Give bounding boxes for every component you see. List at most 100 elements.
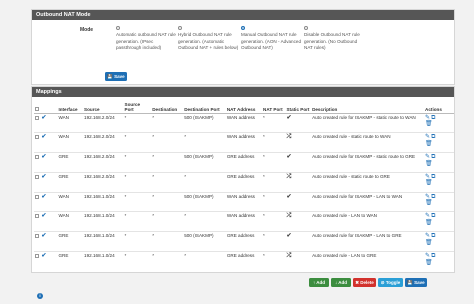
row-source: 192.168.1.0/24 — [83, 231, 124, 252]
row-destination: * — [151, 211, 184, 232]
enabled-check-icon[interactable]: ✔ — [41, 233, 46, 239]
delete-icon[interactable]: 🗑 — [425, 121, 433, 128]
radio-disable[interactable] — [304, 26, 308, 30]
row-status: ✔ — [40, 251, 58, 272]
row-destination-port: * — [183, 171, 226, 193]
row-nat-address: GRE address — [225, 251, 263, 272]
row-actions: ✎⧉ 🗑 — [424, 251, 454, 272]
save-icon: 💾 — [107, 74, 113, 79]
radio-hybrid[interactable] — [178, 26, 182, 30]
delete-button[interactable]: ✖ Delete — [353, 278, 376, 287]
edit-icon[interactable]: ✎ — [425, 154, 430, 161]
shuffle-icon: ⤮ — [286, 253, 292, 260]
table-row[interactable]: ✔ GRE 192.168.2.0/24 * * * GRE address * ⤮ Auto c… — [34, 171, 454, 193]
row-source: 192.168.2.0/24 — [83, 132, 124, 153]
row-static-port: ✔ — [285, 231, 312, 252]
row-source-port: * — [123, 152, 152, 173]
row-source: 192.168.2.0/24 — [83, 152, 124, 173]
row-nat-address: GRE address — [225, 152, 263, 173]
row-nat-port: * — [262, 132, 286, 153]
panel-title: Outbound NAT Mode — [32, 10, 454, 20]
enabled-check-icon[interactable]: ✔ — [41, 253, 46, 259]
radio-automatic[interactable] — [116, 26, 120, 30]
header-nat-port: NAT Port — [262, 98, 286, 114]
row-checkbox[interactable] — [35, 194, 39, 199]
ban-icon: ⊘ — [380, 280, 385, 285]
edit-icon[interactable]: ✎ — [425, 253, 430, 260]
delete-icon[interactable]: 🗑 — [425, 200, 433, 207]
row-source: 192.168.1.0/24 — [83, 211, 124, 232]
row-description: Auto created rule - static route to GRE — [311, 171, 425, 193]
radio-manual[interactable] — [241, 26, 245, 30]
row-static-port: ✔ — [285, 112, 312, 133]
static-check-icon: ✔ — [286, 154, 292, 161]
row-interface: GRE — [57, 231, 84, 252]
arrow-up-icon: ↑ — [312, 280, 316, 285]
info-icon[interactable]: i — [37, 293, 43, 299]
header-interface: Interface — [57, 98, 84, 114]
row-description: Auto created rule for ISAKMP - LAN to GR… — [311, 231, 425, 252]
mode-option-disable[interactable]: Disable Outbound NAT rule generation. (N… — [304, 26, 366, 52]
copy-icon[interactable]: ⧉ — [431, 154, 435, 161]
row-description: Auto created rule - LAN to WAN — [311, 211, 425, 232]
table-row[interactable]: ✔ GRE 192.168.1.0/24 * * * GRE address * ⤮ Auto c… — [34, 251, 454, 272]
mode-label: Mode — [80, 27, 94, 33]
table-row[interactable]: ✔ GRE 192.168.2.0/24 * * 500 (ISAKMP) GRE addr… — [34, 152, 454, 173]
row-source: 192.168.2.0/24 — [83, 112, 124, 133]
mode-save-button[interactable]: 💾 Save — [105, 72, 127, 81]
copy-icon[interactable]: ⧉ — [431, 135, 435, 141]
add-bottom-button[interactable]: ↓ Add — [331, 278, 351, 287]
row-checkbox[interactable] — [35, 214, 39, 219]
row-nat-port: * — [262, 231, 286, 252]
shuffle-icon: ⤮ — [286, 213, 292, 220]
enabled-check-icon[interactable]: ✔ — [41, 213, 46, 219]
table-row[interactable]: ✔ GRE 192.168.1.0/24 * * 500 (ISAKMP) GRE addr… — [34, 231, 454, 252]
header-destination: Destination — [151, 98, 184, 114]
save-icon: 💾 — [407, 280, 413, 285]
row-destination-port: 500 (ISAKMP) — [183, 191, 226, 212]
row-nat-port: * — [262, 191, 286, 212]
row-static-port: ⤮ — [285, 171, 312, 193]
row-destination: * — [151, 171, 184, 193]
row-source-port: * — [123, 251, 152, 272]
enabled-check-icon[interactable]: ✔ — [41, 134, 46, 140]
static-check-icon: ✔ — [286, 193, 292, 200]
delete-icon[interactable]: 🗑 — [425, 181, 433, 187]
row-destination-port: 500 (ISAKMP) — [183, 112, 226, 133]
copy-icon[interactable]: ⧉ — [431, 234, 435, 240]
delete-icon[interactable]: 🗑 — [425, 220, 433, 227]
table-row[interactable]: ✔ WAN 192.168.1.0/24 * * 500 (ISAKMP) WAN addr… — [34, 191, 454, 212]
table-row[interactable]: ✔ WAN 192.168.1.0/24 * * * WAN address * ⤮ Auto c… — [34, 211, 454, 232]
delete-icon[interactable]: 🗑 — [425, 141, 433, 148]
enabled-check-icon[interactable]: ✔ — [41, 115, 46, 121]
row-checkbox[interactable] — [35, 155, 39, 160]
save-button[interactable]: 💾 Save — [405, 278, 427, 287]
delete-icon[interactable]: 🗑 — [425, 240, 433, 247]
toggle-button[interactable]: ⊘ Toggle — [378, 278, 403, 287]
edit-icon[interactable]: ✎ — [425, 234, 430, 240]
delete-icon[interactable]: 🗑 — [425, 260, 433, 267]
add-top-button[interactable]: ↑ Add — [309, 278, 329, 287]
row-checkbox[interactable] — [35, 174, 39, 179]
enabled-check-icon[interactable]: ✔ — [41, 154, 46, 160]
mode-option-automatic[interactable]: Automatic outbound NAT rule generation. … — [116, 26, 178, 52]
row-checkbox[interactable] — [35, 234, 39, 239]
copy-icon[interactable]: ⧉ — [431, 253, 435, 260]
select-all-checkbox[interactable] — [35, 106, 39, 111]
row-nat-address: WAN address — [225, 211, 263, 232]
table-row[interactable]: ✔ WAN 192.168.2.0/24 * * * WAN address * ⤮ Auto c… — [34, 132, 454, 153]
row-checkbox[interactable] — [35, 254, 39, 259]
enabled-check-icon[interactable]: ✔ — [41, 194, 46, 200]
header-status — [40, 98, 58, 114]
table-row[interactable]: ✔ WAN 192.168.2.0/24 * * 500 (ISAKMP) WAN addr… — [34, 112, 454, 133]
row-actions: ✎⧉ 🗑 — [424, 231, 454, 252]
row-checkbox[interactable] — [35, 135, 39, 140]
delete-icon[interactable]: 🗑 — [425, 161, 433, 168]
mode-option-hybrid[interactable]: Hybrid Outbound NAT rule generation. (Au… — [178, 26, 240, 52]
mode-option-manual[interactable]: Manual Outbound NAT rule generation. (AO… — [241, 26, 303, 52]
row-description: Auto created rule for ISAKMP - LAN to WA… — [311, 191, 425, 212]
row-checkbox[interactable] — [35, 115, 39, 120]
enabled-check-icon[interactable]: ✔ — [41, 174, 46, 180]
row-destination: * — [151, 132, 184, 153]
edit-icon[interactable]: ✎ — [425, 135, 430, 141]
